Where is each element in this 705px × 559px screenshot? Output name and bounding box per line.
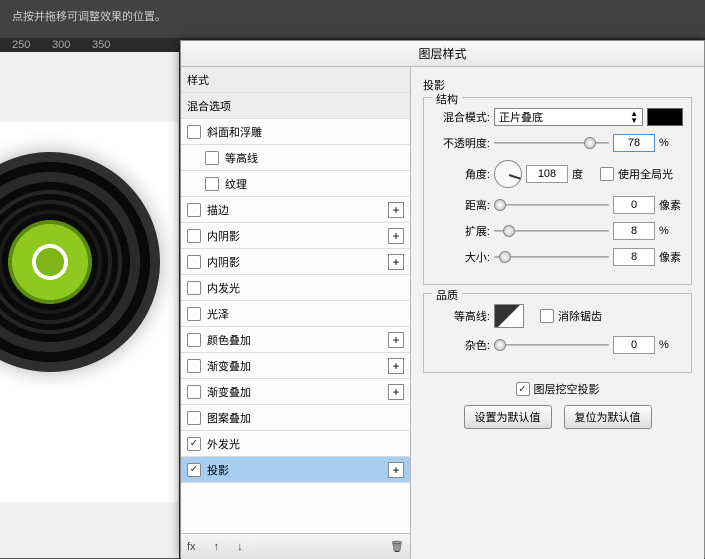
add-icon[interactable]: + bbox=[388, 254, 404, 270]
add-icon[interactable]: + bbox=[388, 332, 404, 348]
knockout-checkbox[interactable] bbox=[516, 382, 530, 396]
style-pattern-overlay[interactable]: 图案叠加 bbox=[181, 405, 410, 431]
shadow-color-swatch[interactable] bbox=[647, 108, 683, 126]
style-stroke[interactable]: 描边+ bbox=[181, 197, 410, 223]
styles-footer: fx ↑ ↓ 🗑 bbox=[181, 533, 410, 559]
global-light-label: 使用全局光 bbox=[618, 166, 673, 182]
blend-mode-select[interactable]: 正片叠底▲▼ bbox=[494, 108, 643, 126]
antialias-label: 消除锯齿 bbox=[558, 308, 602, 324]
trash-icon[interactable]: 🗑 bbox=[390, 540, 404, 553]
style-inner-glow[interactable]: 内发光 bbox=[181, 275, 410, 301]
angle-dial[interactable] bbox=[494, 160, 522, 188]
opacity-input[interactable] bbox=[613, 134, 655, 152]
checkbox[interactable] bbox=[187, 359, 201, 373]
opacity-slider[interactable] bbox=[494, 134, 609, 152]
checkbox[interactable] bbox=[187, 333, 201, 347]
styles-header[interactable]: 样式 bbox=[181, 67, 410, 93]
distance-label: 距离: bbox=[432, 197, 490, 213]
spread-label: 扩展: bbox=[432, 223, 490, 239]
dialog-title: 图层样式 bbox=[181, 41, 704, 67]
antialias-checkbox[interactable] bbox=[540, 309, 554, 323]
fx-menu-icon[interactable]: fx bbox=[187, 541, 196, 553]
distance-slider[interactable] bbox=[494, 196, 609, 214]
chevron-updown-icon: ▲▼ bbox=[630, 110, 638, 124]
canvas-area bbox=[0, 52, 180, 558]
size-input[interactable] bbox=[613, 248, 655, 266]
contour-label: 等高线: bbox=[432, 308, 490, 324]
style-inner-shadow-2[interactable]: 内阴影+ bbox=[181, 249, 410, 275]
ruler-tick: 350 bbox=[92, 39, 110, 51]
canvas[interactable] bbox=[0, 122, 178, 502]
size-label: 大小: bbox=[432, 249, 490, 265]
checkbox[interactable] bbox=[187, 229, 201, 243]
style-drop-shadow[interactable]: 投影+ bbox=[181, 457, 410, 483]
add-icon[interactable]: + bbox=[388, 228, 404, 244]
structure-fieldset: 结构 混合模式: 正片叠底▲▼ 不透明度: % 角度: 度 bbox=[423, 97, 692, 285]
add-icon[interactable]: + bbox=[388, 462, 404, 478]
checkbox[interactable] bbox=[187, 255, 201, 269]
spread-input[interactable] bbox=[613, 222, 655, 240]
move-down-icon[interactable]: ↓ bbox=[237, 541, 243, 553]
style-bevel[interactable]: 斜面和浮雕 bbox=[181, 119, 410, 145]
checkbox[interactable] bbox=[187, 437, 201, 451]
styles-list: 样式 混合选项 斜面和浮雕 等高线 纹理 描边+ 内阴影+ 内阴影+ 内发光 光… bbox=[181, 67, 410, 533]
contour-picker[interactable] bbox=[494, 304, 524, 328]
knockout-label: 图层挖空投影 bbox=[534, 381, 600, 397]
add-icon[interactable]: + bbox=[388, 384, 404, 400]
checkbox[interactable] bbox=[205, 177, 219, 191]
app-toolbar: 点按并拖移可调整效果的位置。 bbox=[0, 0, 705, 38]
style-color-overlay[interactable]: 颜色叠加+ bbox=[181, 327, 410, 353]
make-default-button[interactable]: 设置为默认值 bbox=[464, 405, 552, 429]
angle-input[interactable] bbox=[526, 165, 568, 183]
checkbox[interactable] bbox=[187, 281, 201, 295]
checkbox[interactable] bbox=[187, 463, 201, 477]
blend-mode-label: 混合模式: bbox=[432, 109, 490, 125]
checkbox[interactable] bbox=[187, 307, 201, 321]
checkbox[interactable] bbox=[187, 203, 201, 217]
checkbox[interactable] bbox=[205, 151, 219, 165]
vinyl-disc-artwork bbox=[0, 152, 160, 372]
checkbox[interactable] bbox=[187, 125, 201, 139]
add-icon[interactable]: + bbox=[388, 202, 404, 218]
checkbox[interactable] bbox=[187, 385, 201, 399]
section-title: 投影 bbox=[423, 77, 692, 93]
style-gradient-overlay-1[interactable]: 渐变叠加+ bbox=[181, 353, 410, 379]
options-panel: 投影 结构 混合模式: 正片叠底▲▼ 不透明度: % 角度: bbox=[411, 67, 704, 559]
ruler-tick: 300 bbox=[52, 39, 70, 51]
add-icon[interactable]: + bbox=[388, 358, 404, 374]
blending-options[interactable]: 混合选项 bbox=[181, 93, 410, 119]
structure-legend: 结构 bbox=[432, 91, 462, 107]
move-up-icon[interactable]: ↑ bbox=[214, 541, 220, 553]
ruler-tick: 250 bbox=[12, 39, 30, 51]
noise-slider[interactable] bbox=[494, 336, 609, 354]
spread-slider[interactable] bbox=[494, 222, 609, 240]
noise-input[interactable] bbox=[613, 336, 655, 354]
style-inner-shadow-1[interactable]: 内阴影+ bbox=[181, 223, 410, 249]
layer-style-dialog: 图层样式 样式 混合选项 斜面和浮雕 等高线 纹理 描边+ 内阴影+ 内阴影+ … bbox=[180, 40, 705, 558]
distance-input[interactable] bbox=[613, 196, 655, 214]
global-light-checkbox[interactable] bbox=[600, 167, 614, 181]
quality-fieldset: 品质 等高线: 消除锯齿 杂色: % bbox=[423, 293, 692, 373]
quality-legend: 品质 bbox=[432, 287, 462, 303]
style-contour[interactable]: 等高线 bbox=[181, 145, 410, 171]
style-texture[interactable]: 纹理 bbox=[181, 171, 410, 197]
hint-text: 点按并拖移可调整效果的位置。 bbox=[12, 8, 693, 24]
styles-panel: 样式 混合选项 斜面和浮雕 等高线 纹理 描边+ 内阴影+ 内阴影+ 内发光 光… bbox=[181, 67, 411, 559]
reset-default-button[interactable]: 复位为默认值 bbox=[564, 405, 652, 429]
style-gradient-overlay-2[interactable]: 渐变叠加+ bbox=[181, 379, 410, 405]
angle-label: 角度: bbox=[432, 166, 490, 182]
style-satin[interactable]: 光泽 bbox=[181, 301, 410, 327]
checkbox[interactable] bbox=[187, 411, 201, 425]
size-slider[interactable] bbox=[494, 248, 609, 266]
style-outer-glow[interactable]: 外发光 bbox=[181, 431, 410, 457]
opacity-label: 不透明度: bbox=[432, 135, 490, 151]
noise-label: 杂色: bbox=[432, 337, 490, 353]
